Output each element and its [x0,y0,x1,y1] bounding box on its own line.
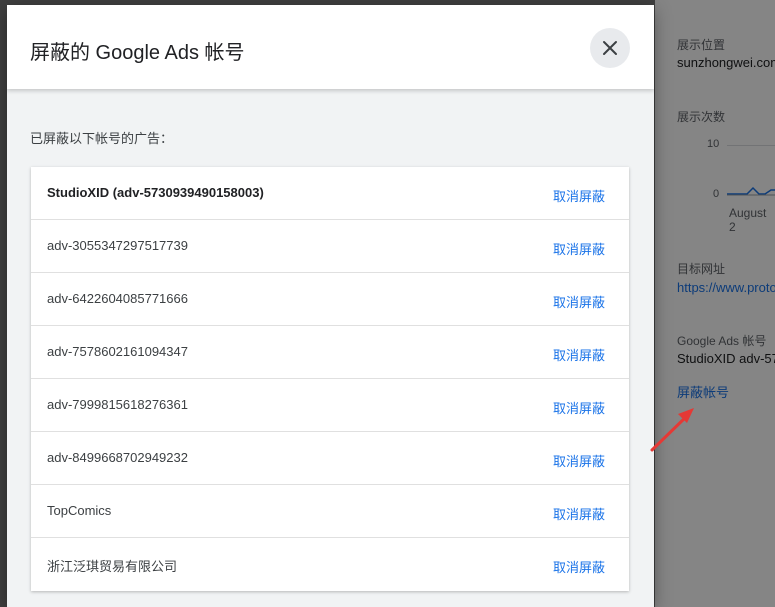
dialog-header: 屏蔽的 Google Ads 帐号 [7,5,654,89]
unblock-button[interactable]: 取消屏蔽 [553,557,605,576]
blocked-accounts-dialog: 屏蔽的 Google Ads 帐号 已屏蔽以下帐号的广告： StudioXID … [7,5,654,607]
dialog-title: 屏蔽的 Google Ads 帐号 [30,42,245,64]
blocked-accounts-list: StudioXID (adv-5730939490158003) 取消屏蔽 adv-… [31,167,629,591]
account-name: 浙江泛琪贸易有限公司 [47,559,178,574]
unblock-button[interactable]: 取消屏蔽 [553,504,605,523]
table-row: adv-3055347297517739 取消屏蔽 [31,220,629,273]
close-button[interactable] [590,28,630,68]
account-name: adv-3055347297517739 [47,238,188,253]
unblock-button[interactable]: 取消屏蔽 [553,239,605,258]
account-name: TopComics [47,503,112,518]
table-row: adv-6422604085771666 取消屏蔽 [31,273,629,326]
table-row: 浙江泛琪贸易有限公司 取消屏蔽 [31,538,629,591]
unblock-button[interactable]: 取消屏蔽 [553,186,605,205]
annotation-arrow-icon [650,408,694,452]
unblock-button[interactable]: 取消屏蔽 [553,345,605,364]
unblock-button[interactable]: 取消屏蔽 [553,292,605,311]
table-row: TopComics 取消屏蔽 [31,485,629,538]
account-name: adv-8499668702949232 [47,450,188,465]
table-row: StudioXID (adv-5730939490158003) 取消屏蔽 [31,167,629,220]
unblock-button[interactable]: 取消屏蔽 [553,398,605,417]
dialog-body: 已屏蔽以下帐号的广告： StudioXID (adv-5730939490158… [7,89,654,607]
account-name: adv-7999815618276361 [47,397,188,412]
table-row: adv-8499668702949232 取消屏蔽 [31,432,629,485]
blocked-list-subtitle: 已屏蔽以下帐号的广告： [30,131,174,146]
table-row: adv-7578602161094347 取消屏蔽 [31,326,629,379]
account-name: StudioXID (adv-5730939490158003) [47,185,264,200]
unblock-button[interactable]: 取消屏蔽 [553,451,605,470]
account-name: adv-7578602161094347 [47,344,188,359]
account-name: adv-6422604085771666 [47,291,188,306]
close-icon [603,41,617,55]
table-row: adv-7999815618276361 取消屏蔽 [31,379,629,432]
